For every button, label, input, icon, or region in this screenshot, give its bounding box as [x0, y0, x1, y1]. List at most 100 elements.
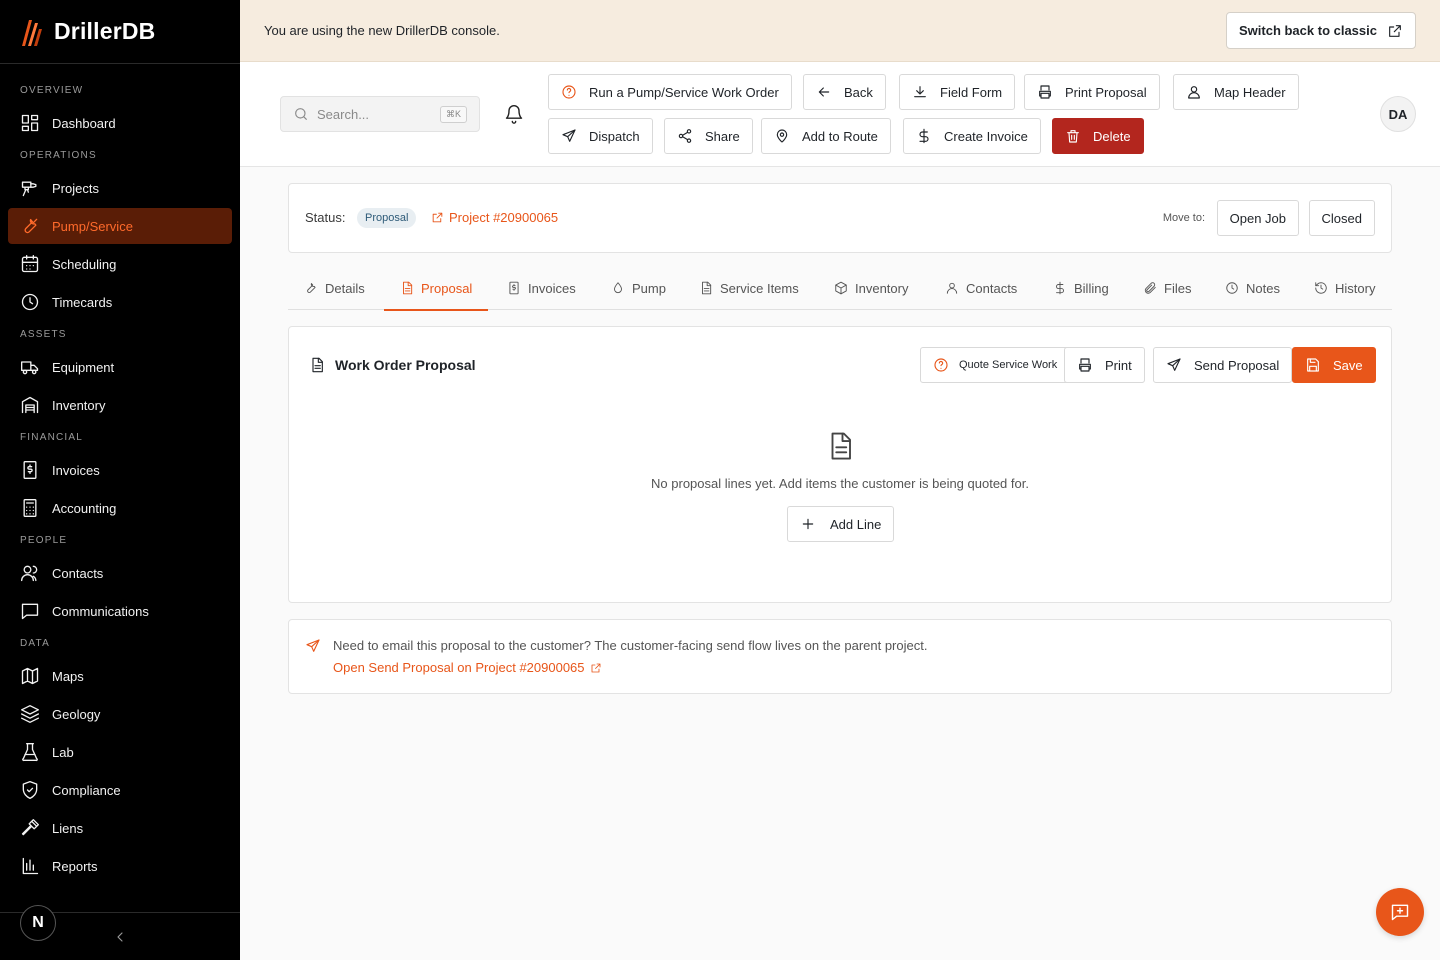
nav-section-title: PEOPLE: [20, 535, 68, 546]
send-icon: [562, 129, 576, 142]
user-avatar[interactable]: DA: [1380, 96, 1416, 132]
tab-proposal[interactable]: Proposal: [384, 266, 489, 311]
print-proposal-button[interactable]: Print Proposal: [1024, 74, 1160, 110]
calendar-icon: [21, 255, 39, 273]
sidebar-item-timecards[interactable]: Timecards: [8, 284, 232, 320]
run-work-order-button[interactable]: Run a Pump/Service Work Order: [548, 74, 792, 110]
sidebar-item-projects[interactable]: Projects: [8, 170, 232, 206]
search-box[interactable]: ⌘K: [280, 96, 480, 132]
add-line-label: Add Line: [830, 516, 882, 532]
bar-chart-icon: [22, 857, 39, 875]
send-proposal-label: Send Proposal: [1194, 357, 1280, 373]
open-send-proposal-link[interactable]: Open Send Proposal on Project #20900065: [333, 660, 602, 675]
switch-to-classic-label: Switch back to classic: [1238, 23, 1377, 38]
sidebar-item-label: Dashboard: [52, 115, 116, 131]
paperclip-icon: [1144, 282, 1156, 294]
collapse-sidebar-button[interactable]: [112, 929, 128, 945]
printer-icon: [1039, 85, 1051, 99]
tab-pump[interactable]: Pump: [595, 266, 682, 310]
dollar-icon: [919, 128, 929, 144]
delete-label: Delete: [1093, 128, 1131, 144]
add-to-route-button[interactable]: Add to Route: [761, 118, 891, 154]
tab-label: Billing: [1074, 280, 1109, 296]
send-proposal-info-card: Need to email this proposal to the custo…: [288, 619, 1392, 694]
empty-state-text: No proposal lines yet. Add items the cus…: [651, 476, 1029, 491]
send-proposal-button[interactable]: Send Proposal: [1153, 347, 1293, 383]
sidebar-item-label: Lab: [52, 744, 74, 760]
create-invoice-button[interactable]: Create Invoice: [903, 118, 1041, 154]
field-form-button[interactable]: Field Form: [899, 74, 1016, 110]
save-button[interactable]: Save: [1292, 347, 1376, 383]
external-link-icon: [591, 663, 600, 672]
file-text-icon: [702, 281, 712, 295]
sidebar-item-label: Contacts: [52, 565, 104, 581]
sidebar-item-compliance[interactable]: Compliance: [8, 772, 232, 808]
arrow-left-icon: [818, 87, 830, 97]
tab-notes[interactable]: Notes: [1209, 266, 1296, 310]
notifications-button[interactable]: [504, 104, 524, 124]
detail-tabs: Details Proposal Invoices Pump Service I…: [288, 266, 1392, 311]
sidebar-item-label: Invoices: [52, 462, 100, 478]
sidebar-item-lab[interactable]: Lab: [8, 734, 232, 770]
wrench-icon: [307, 283, 316, 294]
sidebar-item-label: Timecards: [52, 294, 113, 310]
feedback-chat-button[interactable]: [1376, 888, 1424, 936]
print-button[interactable]: Print: [1064, 347, 1145, 383]
sidebar-item-liens[interactable]: Liens: [8, 810, 232, 846]
switch-to-classic-button[interactable]: Switch back to classic: [1225, 12, 1416, 49]
move-to-closed-button[interactable]: Closed: [1308, 200, 1375, 236]
tab-service-items[interactable]: Service Items: [683, 266, 815, 310]
move-to-open-job-button[interactable]: Open Job: [1216, 200, 1299, 236]
sidebar-item-geology[interactable]: Geology: [8, 696, 232, 732]
print-label: Print: [1105, 357, 1132, 373]
back-button[interactable]: Back: [803, 74, 886, 110]
share-button[interactable]: Share: [664, 118, 753, 154]
sidebar-item-dashboard[interactable]: Dashboard: [8, 105, 232, 141]
tab-details[interactable]: Details: [288, 266, 381, 310]
info-text: Need to email this proposal to the custo…: [333, 638, 928, 653]
sidebar-item-pump-service[interactable]: Pump/Service: [8, 208, 232, 244]
tab-label: Contacts: [966, 280, 1018, 296]
sidebar-item-maps[interactable]: Maps: [8, 658, 232, 694]
sidebar-item-inventory[interactable]: Inventory: [8, 387, 232, 423]
tab-contacts[interactable]: Contacts: [929, 266, 1033, 310]
search-input[interactable]: [317, 106, 435, 122]
tab-label: Pump: [632, 280, 666, 296]
droplet-icon: [614, 282, 622, 294]
save-icon: [1307, 358, 1319, 372]
map-header-button[interactable]: Map Header: [1173, 74, 1299, 110]
proposal-title: Work Order Proposal: [309, 357, 476, 373]
sidebar-item-communications[interactable]: Communications: [8, 593, 232, 629]
tab-files[interactable]: Files: [1127, 266, 1207, 310]
share-icon: [678, 129, 692, 143]
dispatch-label: Dispatch: [589, 128, 640, 144]
sidebar-item-scheduling[interactable]: Scheduling: [8, 246, 232, 282]
delete-button[interactable]: Delete: [1052, 118, 1144, 154]
move-to-label: Move to:: [1162, 212, 1205, 224]
sidebar-item-reports[interactable]: Reports: [8, 848, 232, 884]
map-icon: [21, 667, 39, 685]
framework-badge[interactable]: N: [20, 905, 56, 941]
tab-billing[interactable]: Billing: [1037, 266, 1125, 310]
project-link-label: Project #20900065: [449, 210, 559, 225]
clock-icon: [21, 293, 39, 311]
console-banner: You are using the new DrillerDB console.…: [240, 0, 1440, 62]
brand[interactable]: DrillerDB: [0, 0, 240, 64]
dispatch-button[interactable]: Dispatch: [548, 118, 653, 154]
sidebar-item-accounting[interactable]: Accounting: [8, 490, 232, 526]
map-pin-icon: [776, 129, 788, 143]
sidebar-item-equipment[interactable]: Equipment: [8, 349, 232, 385]
tab-history[interactable]: History: [1298, 266, 1391, 310]
tab-label: Invoices: [528, 280, 576, 296]
quote-service-work-button[interactable]: Quote Service Work: [920, 347, 1071, 383]
add-line-button[interactable]: Add Line: [787, 506, 895, 542]
project-link[interactable]: Project #20900065: [431, 210, 558, 225]
tab-label: Notes: [1246, 280, 1280, 296]
tab-invoices[interactable]: Invoices: [491, 266, 592, 310]
sidebar-item-label: Liens: [52, 820, 84, 836]
message-plus-icon: [1391, 904, 1409, 921]
tab-inventory[interactable]: Inventory: [818, 266, 924, 310]
sidebar-item-invoices[interactable]: Invoices: [8, 452, 232, 488]
sidebar-item-contacts[interactable]: Contacts: [8, 555, 232, 591]
calculator-icon: [23, 499, 37, 517]
